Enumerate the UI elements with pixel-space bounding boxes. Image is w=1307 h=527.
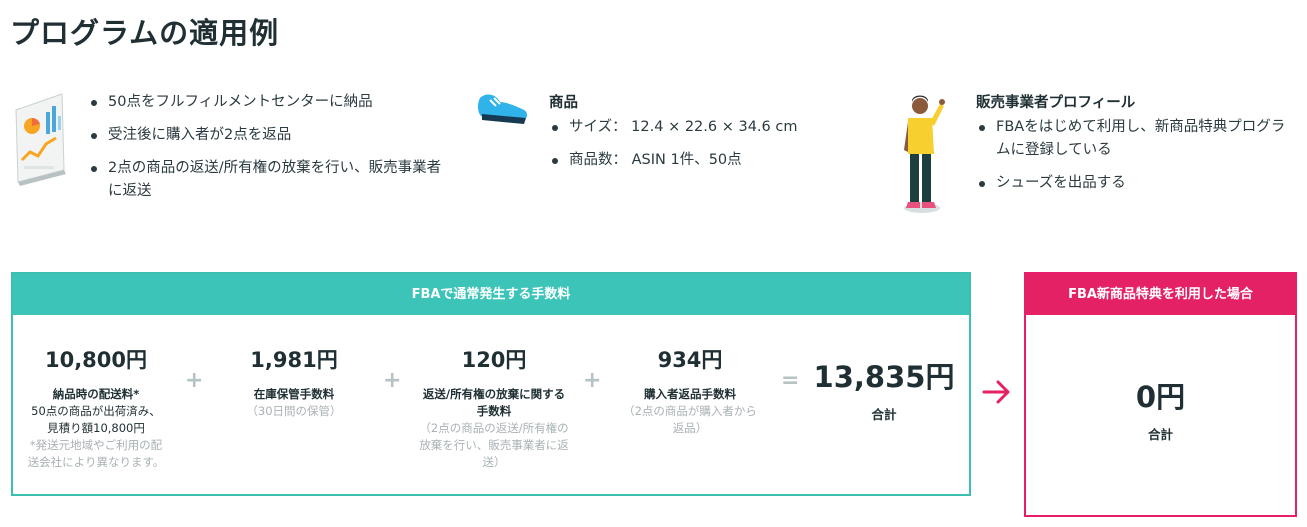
- product-info: 商品 サイズ： 12.4 × 22.6 × 34.6 cm 商品数： ASIN …: [549, 89, 849, 182]
- list-item: サイズ： 12.4 × 22.6 × 34.6 cm: [549, 116, 849, 139]
- list-item: 商品数： ASIN 1件、50点: [549, 149, 849, 172]
- chart-board-icon: [10, 90, 68, 190]
- list-item: FBAをはじめて利用し、新商品特典プログラムに登録している: [976, 116, 1296, 162]
- total-label: 合計: [871, 407, 897, 422]
- plus-operator: +: [583, 368, 602, 393]
- fee-total: 13,835円 合計: [809, 354, 959, 423]
- promo-total: 0円 合計: [1026, 374, 1295, 443]
- fee-shipping: 10,800円 納品時の配送料* 50点の商品が出荷済み、見積り額10,800円…: [15, 344, 177, 471]
- fee-note: *発送元地域やご利用の配送会社により異なります。: [27, 438, 165, 469]
- fee-label: 返送/所有権の放棄に関する手数料: [422, 387, 566, 418]
- fee-return: 934円 購入者返品手数料 （2点の商品が購入者から返品）: [615, 344, 765, 437]
- list-item: 2点の商品の返送/所有権の放棄を行い、販売事業者に返送: [88, 157, 448, 203]
- product-bullet-list: サイズ： 12.4 × 22.6 × 34.6 cm 商品数： ASIN 1件、…: [549, 116, 849, 172]
- list-item: 受注後に購入者が2点を返品: [88, 124, 448, 147]
- shipment-bullet-list: 50点をフルフィルメントセンターに納品 受注後に購入者が2点を返品 2点の商品の…: [88, 91, 448, 203]
- standard-fees-header: FBAで通常発生する手数料: [13, 274, 969, 315]
- fee-note: （2点の商品が購入者から返品）: [623, 404, 757, 435]
- page-title: プログラムの適用例: [10, 16, 280, 50]
- fee-note: （2点の商品の返送/所有権の放棄を行い、販売事業者に返送）: [419, 421, 569, 469]
- list-item: シューズを出品する: [976, 172, 1296, 195]
- shoe-icon: [474, 88, 530, 132]
- promo-header: FBA新商品特典を利用した場合: [1026, 274, 1295, 315]
- arrow-right-icon: [980, 370, 1014, 418]
- fee-amount: 10,800円: [44, 348, 148, 372]
- fee-removal: 120円 返送/所有権の放棄に関する手数料 （2点の商品の返送/所有権の放棄を行…: [415, 344, 573, 471]
- shipment-info: 50点をフルフィルメントセンターに納品 受注後に購入者が2点を返品 2点の商品の…: [88, 91, 448, 213]
- seller-bullet-list: FBAをはじめて利用し、新商品特典プログラムに登録している シューズを出品する: [976, 116, 1296, 195]
- plus-operator: +: [383, 368, 402, 393]
- equals-operator: =: [781, 368, 800, 393]
- total-label: 合計: [1147, 427, 1173, 442]
- fee-label: 在庫保管手数料: [253, 387, 335, 401]
- total-amount: 0円: [1135, 380, 1186, 414]
- plus-operator: +: [185, 368, 204, 393]
- list-item: 50点をフルフィルメントセンターに納品: [88, 91, 448, 114]
- seller-info: 販売事業者プロフィール FBAをはじめて利用し、新商品特典プログラムに登録してい…: [976, 89, 1296, 205]
- fee-sub: 50点の商品が出荷済み、見積り額10,800円: [31, 404, 161, 435]
- fee-label: 購入者返品手数料: [644, 387, 736, 401]
- fee-note: （30日間の保管）: [246, 404, 342, 418]
- total-amount: 13,835円: [813, 360, 955, 394]
- new-product-promo-panel: FBA新商品特典を利用した場合 0円 合計: [1024, 272, 1297, 517]
- seller-title: 販売事業者プロフィール: [976, 95, 1136, 111]
- fee-amount: 1,981円: [250, 348, 338, 372]
- fee-label: 納品時の配送料*: [52, 387, 140, 401]
- seller-person-icon: [900, 92, 948, 222]
- standard-fees-panel: FBAで通常発生する手数料 10,800円 納品時の配送料* 50点の商品が出荷…: [11, 272, 971, 496]
- fee-amount: 120円: [461, 348, 527, 372]
- fee-storage: 1,981円 在庫保管手数料 （30日間の保管）: [219, 344, 369, 420]
- fee-amount: 934円: [657, 348, 723, 372]
- product-title: 商品: [549, 95, 578, 111]
